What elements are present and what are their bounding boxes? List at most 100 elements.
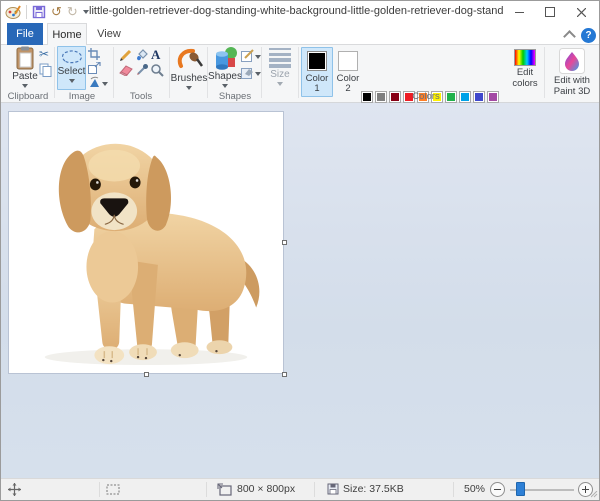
paste-button[interactable]: Paste (7, 46, 43, 88)
palette-swatch[interactable] (361, 91, 373, 103)
color2-button[interactable]: Color 2 (333, 47, 363, 95)
file-size-value: Size: 37.5KB (343, 483, 404, 495)
file-size-icon (327, 483, 339, 495)
close-button[interactable] (567, 1, 595, 23)
palette-swatch[interactable] (375, 91, 387, 103)
text-tool-icon[interactable]: A (151, 47, 160, 63)
shape-outline-icon[interactable] (241, 49, 254, 62)
help-button[interactable]: ? (581, 28, 596, 43)
paint3d-button[interactable]: Edit with Paint 3D (547, 46, 597, 98)
copy-icon[interactable] (39, 63, 52, 77)
maximize-icon (545, 7, 555, 17)
size-label: Size (270, 69, 290, 80)
crop-icon[interactable] (88, 48, 101, 60)
cursor-position-icon (8, 483, 21, 496)
image-group-label: Image (68, 91, 96, 102)
window-title: little-golden-retriever-dog-standing-whi… (89, 5, 504, 17)
resize-icon[interactable] (88, 62, 101, 74)
work-area (1, 103, 599, 478)
shapes-button[interactable]: Shapes (208, 46, 242, 88)
paint-app-icon (5, 5, 21, 19)
colors-group-label: Colors (412, 91, 440, 102)
canvas-size-icon (217, 483, 232, 496)
palette-swatch[interactable] (487, 91, 499, 103)
canvas-resize-handle-corner[interactable] (282, 372, 287, 377)
select-dropdown-icon (68, 79, 75, 83)
rotate-icon[interactable] (88, 76, 101, 88)
zoom-out-button[interactable] (490, 482, 505, 497)
eraser-icon[interactable] (118, 64, 133, 76)
zoom-slider-handle[interactable] (516, 482, 525, 496)
tab-home[interactable]: Home (47, 23, 87, 45)
size-button: Size (264, 46, 296, 86)
selection-size-icon (106, 484, 120, 495)
fill-bucket-icon[interactable] (135, 48, 149, 62)
status-divider (99, 482, 100, 497)
color2-swatch (338, 51, 358, 71)
tab-view[interactable]: View (91, 23, 127, 45)
shapes-dropdown-icon (222, 84, 228, 88)
color1-swatch (307, 51, 327, 71)
brushes-button[interactable]: Brushes (170, 46, 208, 90)
paint3d-icon (559, 48, 585, 74)
minimize-icon (514, 11, 524, 13)
status-divider (453, 482, 454, 497)
pencil-icon[interactable] (119, 48, 133, 62)
edit-colors-icon (514, 49, 536, 66)
rotate-dropdown-icon[interactable] (102, 82, 108, 86)
palette-swatch[interactable] (473, 91, 485, 103)
canvas-size-value: 800 × 800px (237, 483, 296, 495)
group-divider (54, 47, 55, 98)
select-button[interactable]: Select (57, 46, 86, 90)
minimize-button[interactable] (505, 1, 533, 23)
clipboard-group-label: Clipboard (7, 91, 49, 102)
group-divider (544, 47, 545, 98)
cut-icon[interactable]: ✂ (39, 47, 49, 61)
paste-dropdown-icon (22, 84, 28, 88)
quick-access-toolbar: ↺ ↻ (5, 3, 89, 21)
title-bar: ↺ ↻ little-golden-retriever-dog-standing… (1, 1, 599, 23)
ribbon: Paste ✂ Clipboard Select Image A Tools B… (1, 45, 599, 131)
drawing-canvas[interactable] (8, 111, 284, 374)
canvas-image-dog (44, 143, 260, 366)
save-icon[interactable] (32, 5, 46, 19)
paste-icon (16, 46, 34, 70)
canvas-resize-handle-bottom[interactable] (144, 372, 149, 377)
color1-label: Color 1 (305, 73, 329, 95)
status-divider (314, 482, 315, 497)
edit-colors-button[interactable]: Edit colors (507, 46, 543, 90)
tools-group-label: Tools (129, 91, 153, 102)
qat-separator (26, 5, 27, 19)
resize-grip-icon[interactable] (591, 491, 598, 498)
size-dropdown-icon (277, 82, 283, 86)
paste-label: Paste (12, 71, 38, 82)
shapes-label: Shapes (208, 71, 242, 82)
brushes-dropdown-icon (186, 86, 192, 90)
color-picker-icon[interactable] (135, 63, 149, 77)
shape-fill-icon[interactable] (241, 66, 254, 79)
edit-colors-label: Edit colors (512, 67, 538, 89)
maximize-button[interactable] (536, 1, 564, 23)
magnifier-icon[interactable] (150, 63, 164, 77)
plus-icon-v (585, 486, 587, 493)
canvas-resize-handle-right[interactable] (282, 240, 287, 245)
shapes-group-label: Shapes (218, 91, 252, 102)
close-icon (576, 7, 586, 17)
group-divider (113, 47, 114, 98)
brushes-label: Brushes (170, 73, 208, 84)
brushes-icon (177, 48, 203, 68)
zoom-level-value: 50% (464, 483, 486, 495)
status-divider (206, 482, 207, 497)
customize-qat-icon[interactable] (82, 10, 89, 14)
tab-file[interactable]: File (7, 23, 43, 45)
palette-swatch[interactable] (459, 91, 471, 103)
select-label: Select (57, 66, 86, 77)
redo-icon[interactable]: ↻ (67, 5, 78, 19)
color1-button[interactable]: Color 1 (301, 47, 333, 97)
group-divider (261, 47, 262, 98)
paint3d-label: Edit with Paint 3D (553, 75, 591, 97)
size-icon (269, 48, 291, 68)
free-form-select-icon (61, 50, 82, 64)
undo-icon[interactable]: ↺ (51, 5, 62, 19)
paint-window: ↺ ↻ little-golden-retriever-dog-standing… (0, 0, 600, 501)
